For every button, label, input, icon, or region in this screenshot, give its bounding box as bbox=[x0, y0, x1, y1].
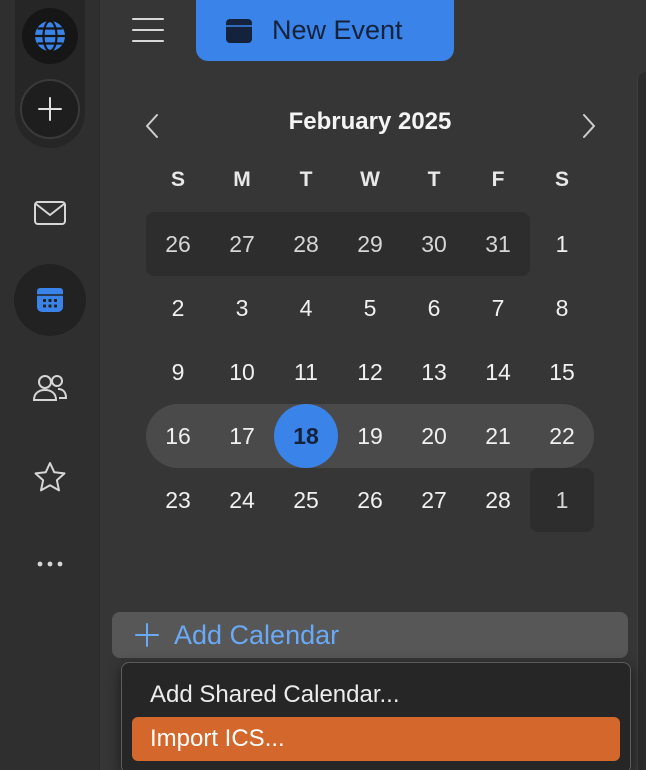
day-cell[interactable]: 28 bbox=[466, 468, 530, 532]
day-cell[interactable]: 31 bbox=[466, 212, 530, 276]
weekday-wed: W bbox=[360, 168, 380, 191]
day-cell[interactable]: 28 bbox=[274, 212, 338, 276]
mail-icon bbox=[34, 201, 66, 225]
weekday-thu: T bbox=[427, 168, 441, 191]
day-cell-today[interactable]: 18 bbox=[274, 404, 338, 468]
new-event-label: New Event bbox=[272, 15, 403, 45]
day-cell[interactable]: 10 bbox=[210, 340, 274, 404]
day-cell[interactable]: 13 bbox=[402, 340, 466, 404]
weekday-mon: M bbox=[233, 168, 251, 191]
day-cell[interactable]: 1 bbox=[530, 468, 594, 532]
weekday-sun: S bbox=[170, 168, 185, 191]
add-calendar-menu: Add Shared Calendar... Import ICS... bbox=[121, 662, 631, 770]
day-cell[interactable]: 25 bbox=[274, 468, 338, 532]
day-cell[interactable]: 9 bbox=[146, 340, 210, 404]
day-cell[interactable]: 29 bbox=[338, 212, 402, 276]
weekday-sat: S bbox=[554, 168, 569, 191]
contacts-icon bbox=[32, 375, 68, 401]
day-cell[interactable]: 7 bbox=[466, 276, 530, 340]
calendar-app: New Event February 2025 S M T W T F S 26… bbox=[0, 0, 646, 770]
favorites-nav-button[interactable] bbox=[20, 447, 80, 507]
add-calendar-label: Add Calendar bbox=[174, 619, 340, 650]
menu-item-import-ics[interactable]: Import ICS... bbox=[132, 717, 620, 761]
calendar-nav-button[interactable] bbox=[14, 264, 86, 336]
day-cell[interactable]: 22 bbox=[530, 404, 594, 468]
day-cell[interactable]: 12 bbox=[338, 340, 402, 404]
weekday-fri: F bbox=[491, 168, 505, 191]
day-cell[interactable]: 14 bbox=[466, 340, 530, 404]
calendar-icon bbox=[37, 288, 63, 312]
day-cell[interactable]: 15 bbox=[530, 340, 594, 404]
chevron-right-icon bbox=[583, 114, 595, 138]
day-cell[interactable]: 8 bbox=[530, 276, 594, 340]
scrollbar[interactable] bbox=[637, 72, 646, 770]
calendar-icon bbox=[226, 18, 252, 43]
day-cell[interactable]: 11 bbox=[274, 340, 338, 404]
add-calendar-button[interactable]: Add Calendar bbox=[112, 612, 628, 658]
day-cell[interactable]: 19 bbox=[338, 404, 402, 468]
more-icon bbox=[37, 561, 63, 567]
left-rail bbox=[0, 0, 100, 770]
plus-icon bbox=[135, 623, 159, 647]
day-cell[interactable]: 4 bbox=[274, 276, 338, 340]
mail-nav-button[interactable] bbox=[20, 183, 80, 243]
menu-item-add-shared-calendar[interactable]: Add Shared Calendar... bbox=[132, 673, 620, 717]
account-globe-button[interactable] bbox=[22, 8, 78, 64]
globe-icon bbox=[35, 19, 65, 53]
day-cell[interactable]: 20 bbox=[402, 404, 466, 468]
more-nav-button[interactable] bbox=[20, 534, 80, 594]
day-cell[interactable]: 17 bbox=[210, 404, 274, 468]
day-cell[interactable]: 5 bbox=[338, 276, 402, 340]
previous-month-button[interactable] bbox=[137, 108, 167, 144]
day-cell[interactable]: 1 bbox=[530, 212, 594, 276]
plus-icon bbox=[38, 97, 62, 121]
day-cell[interactable]: 26 bbox=[338, 468, 402, 532]
day-cell[interactable]: 23 bbox=[146, 468, 210, 532]
day-cell[interactable]: 6 bbox=[402, 276, 466, 340]
new-event-button[interactable]: New Event bbox=[196, 0, 454, 61]
month-title: February 2025 bbox=[288, 108, 452, 135]
day-cell[interactable]: 27 bbox=[210, 212, 274, 276]
star-icon bbox=[34, 462, 66, 492]
day-cell[interactable]: 3 bbox=[210, 276, 274, 340]
add-account-button[interactable] bbox=[20, 79, 80, 139]
contacts-nav-button[interactable] bbox=[20, 358, 80, 418]
hamburger-line bbox=[132, 29, 164, 31]
day-cell[interactable]: 2 bbox=[146, 276, 210, 340]
chevron-left-icon bbox=[146, 114, 158, 138]
day-cell[interactable]: 27 bbox=[402, 468, 466, 532]
day-cell[interactable]: 26 bbox=[146, 212, 210, 276]
day-cell[interactable]: 16 bbox=[146, 404, 210, 468]
menu-toggle-button[interactable] bbox=[128, 14, 168, 46]
day-cell[interactable]: 24 bbox=[210, 468, 274, 532]
day-cell[interactable]: 21 bbox=[466, 404, 530, 468]
hamburger-line bbox=[132, 40, 164, 42]
day-cell[interactable]: 30 bbox=[402, 212, 466, 276]
next-month-button[interactable] bbox=[574, 108, 604, 144]
weekday-tue: T bbox=[299, 168, 313, 191]
hamburger-line bbox=[132, 18, 164, 20]
